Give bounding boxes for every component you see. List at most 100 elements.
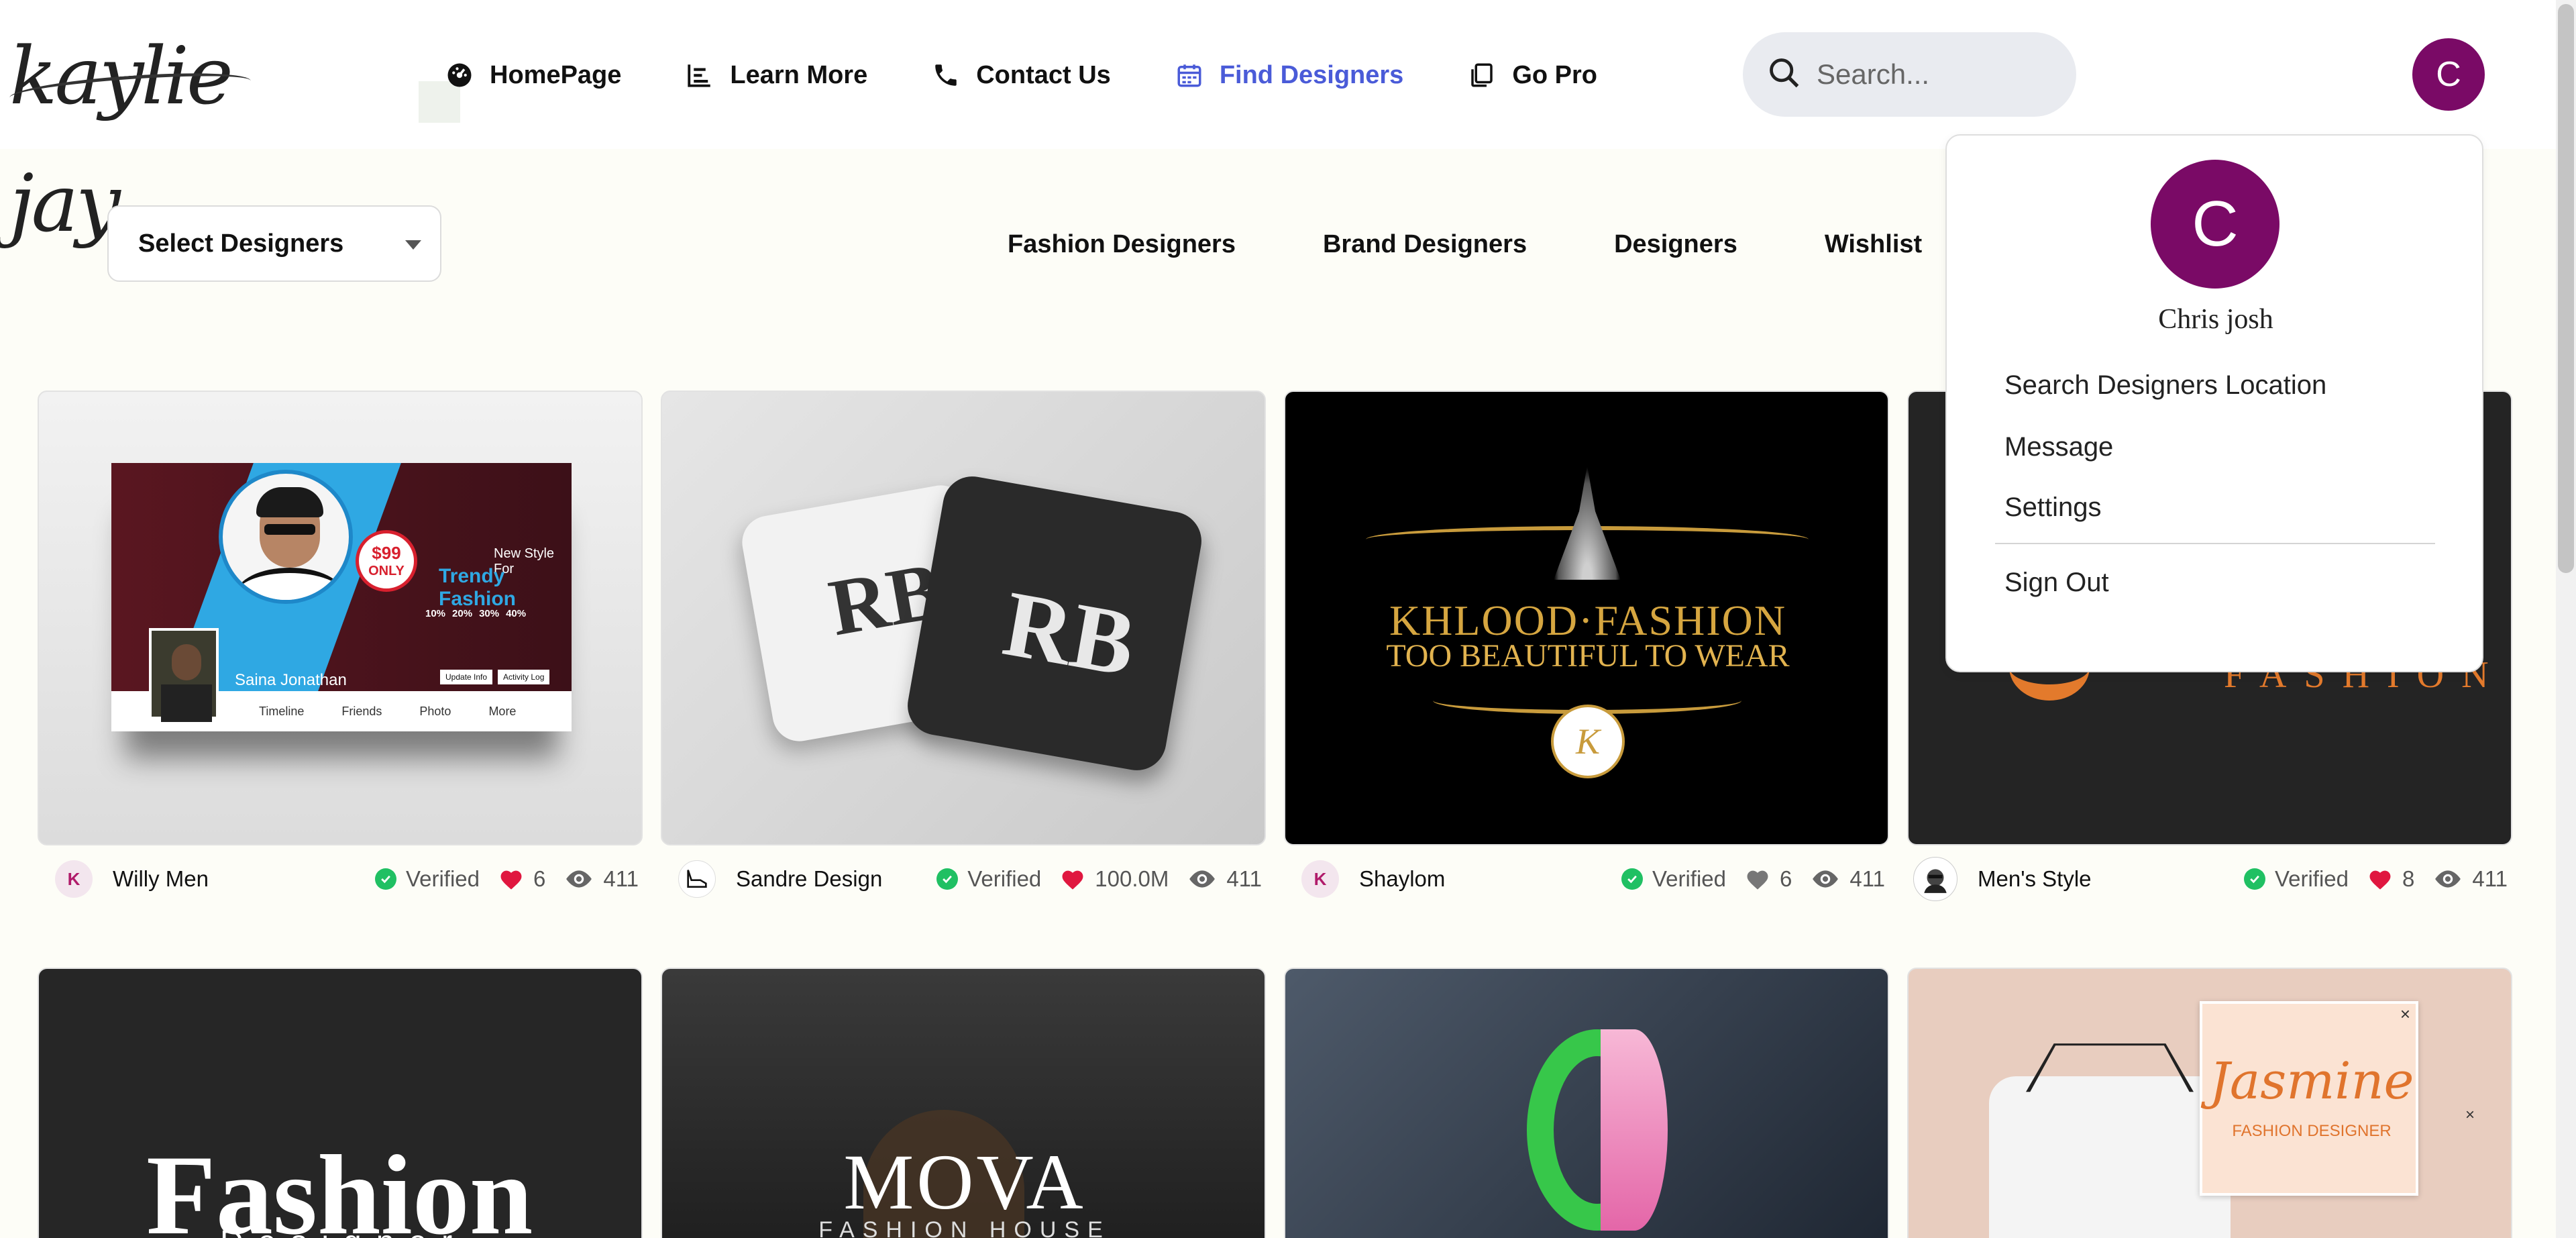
- facebook-cover-mockup: $99 ONLY New Style For Trendy Fashion 10…: [111, 463, 572, 731]
- views-count: 411: [2472, 866, 2508, 891]
- category-tabs: Fashion Designers Brand Designers Design…: [1008, 225, 2009, 263]
- verified-check-icon: [374, 868, 396, 890]
- pink-face-profile: [1601, 1029, 1668, 1231]
- card-meta-row: Sandre Design Verified 100.0M 411: [678, 852, 1262, 906]
- designer-name[interactable]: Shaylom: [1359, 866, 1445, 892]
- avatar-initial: C: [2436, 55, 2461, 94]
- designer-avatar[interactable]: K: [1301, 860, 1339, 898]
- verified-label: Verified: [2274, 866, 2349, 891]
- nav-item-go-pro[interactable]: Go Pro: [1468, 61, 1597, 90]
- card-meta-row: Men's Style Verified 8 411: [1913, 852, 2508, 906]
- verified-label: Verified: [1652, 866, 1727, 891]
- designer-avatar[interactable]: [1913, 857, 1957, 901]
- card-stats: Verified 6 411: [374, 852, 639, 906]
- designer-name[interactable]: Willy Men: [113, 866, 209, 892]
- user-dropdown-menu: C Chris josh Search Designers Location M…: [1945, 134, 2483, 672]
- emblem-circle: K: [1551, 705, 1625, 778]
- nav-item-contact-us[interactable]: Contact Us: [932, 61, 1111, 90]
- menu-item-message[interactable]: Message: [2004, 432, 2113, 462]
- views-count: 411: [1226, 866, 1262, 891]
- views-count: 411: [603, 866, 639, 891]
- designer-name[interactable]: Men's Style: [1978, 866, 2092, 892]
- designer-avatar[interactable]: K: [55, 860, 93, 898]
- avatar-initial: C: [2192, 188, 2239, 260]
- menu-item-search-location[interactable]: Search Designers Location: [2004, 370, 2326, 401]
- dashboard-icon: [445, 61, 474, 89]
- heart-icon[interactable]: [2367, 868, 2393, 890]
- jasmine-card: Jasmine FASHION DESIGNER ×: [2200, 1001, 2418, 1196]
- copy-icon: [1468, 61, 1496, 89]
- designer-name[interactable]: Sandre Design: [736, 866, 882, 892]
- nav-label: Find Designers: [1219, 60, 1404, 89]
- close-icon[interactable]: ×: [2400, 1004, 2410, 1025]
- dress-illustration: [1554, 466, 1621, 580]
- menu-divider: [1995, 543, 2435, 544]
- nav-label: Contact Us: [976, 60, 1111, 89]
- design-card-image[interactable]: Jasmine FASHION DESIGNER × ×: [1907, 968, 2512, 1238]
- search-input[interactable]: [1817, 58, 2072, 91]
- views-count: 411: [1849, 866, 1885, 891]
- man-face-icon: [1924, 869, 1947, 893]
- nav-item-learn-more[interactable]: Learn More: [686, 61, 867, 90]
- designer-select[interactable]: Select Designers: [107, 205, 441, 282]
- design-card-image[interactable]: RB RB: [661, 391, 1266, 845]
- shoe-icon: [687, 870, 707, 888]
- close-icon[interactable]: ×: [2465, 1106, 2475, 1125]
- price-badge: $99 ONLY: [356, 530, 417, 592]
- eye-icon: [1189, 870, 1216, 888]
- eye-icon: [2435, 870, 2461, 888]
- design-card-image[interactable]: KHLOOD·FASHION TOO BEAUTIFUL TO WEAR K: [1284, 391, 1889, 845]
- nav-label: HomePage: [490, 60, 622, 89]
- design-card-image[interactable]: $99 ONLY New Style For Trendy Fashion 10…: [38, 391, 643, 845]
- verified-label: Verified: [967, 866, 1042, 891]
- verified-check-icon: [1621, 868, 1643, 890]
- main-nav: HomePage Learn More Contact Us Find Desi…: [445, 48, 1662, 102]
- eye-icon: [566, 870, 592, 888]
- verified-label: Verified: [405, 866, 480, 891]
- search-icon: [1767, 56, 1802, 94]
- user-avatar-button[interactable]: C: [2412, 38, 2485, 111]
- search-box[interactable]: [1743, 32, 2076, 117]
- small-profile-photo: [149, 628, 219, 722]
- tab-fashion-designers[interactable]: Fashion Designers: [1008, 230, 1236, 259]
- user-name: Chris josh: [2158, 304, 2273, 335]
- nav-item-find-designers[interactable]: Find Designers: [1175, 60, 1404, 90]
- card-stats: Verified 6 411: [1621, 852, 1885, 906]
- menu-item-sign-out[interactable]: Sign Out: [2004, 568, 2109, 598]
- heart-icon[interactable]: [498, 868, 524, 890]
- card-meta-row: K Shaylom Verified 6 411: [1301, 852, 1885, 906]
- hanger-shirt: [1989, 1076, 2231, 1238]
- card-stats: Verified 8 411: [2243, 852, 2508, 906]
- verified-check-icon: [936, 868, 959, 890]
- tab-designers[interactable]: Designers: [1614, 230, 1737, 259]
- nav-item-homepage[interactable]: HomePage: [445, 61, 621, 90]
- card-meta-row: K Willy Men Verified 6 411: [55, 852, 639, 906]
- top-navbar: kaylie jay HomePage Learn More Contact U…: [0, 0, 2556, 250]
- nav-label: Go Pro: [1512, 60, 1597, 89]
- chevron-down-icon: [405, 240, 421, 250]
- heart-icon[interactable]: [1060, 868, 1085, 890]
- likes-count: 6: [1780, 866, 1792, 891]
- nav-label: Learn More: [730, 60, 868, 89]
- monogram-light: RB: [996, 571, 1143, 697]
- tab-wishlist[interactable]: Wishlist: [1825, 230, 1922, 259]
- designer-avatar[interactable]: [678, 860, 716, 898]
- design-card-image[interactable]: Fashion Designer: [38, 968, 643, 1238]
- hanger-icon: [2026, 1043, 2194, 1092]
- brand-logo[interactable]: kaylie jay: [9, 12, 252, 250]
- eye-icon: [1813, 870, 1839, 888]
- likes-count: 100.0M: [1095, 866, 1169, 891]
- select-label: Select Designers: [138, 229, 344, 258]
- verified-check-icon: [2243, 868, 2265, 890]
- likes-count: 8: [2402, 866, 2415, 891]
- heart-icon[interactable]: [1745, 868, 1770, 890]
- tab-brand-designers[interactable]: Brand Designers: [1323, 230, 1527, 259]
- design-card-image[interactable]: MOVA FASHION HOUSE: [661, 968, 1266, 1238]
- menu-item-settings[interactable]: Settings: [2004, 493, 2102, 523]
- scrollbar-thumb[interactable]: [2558, 4, 2574, 573]
- chart-bars-icon: [686, 61, 714, 89]
- design-card-image[interactable]: [1284, 968, 1889, 1238]
- calendar-icon: [1175, 61, 1203, 89]
- card-stats: Verified 100.0M 411: [936, 852, 1262, 906]
- dropdown-avatar: C: [2151, 160, 2279, 289]
